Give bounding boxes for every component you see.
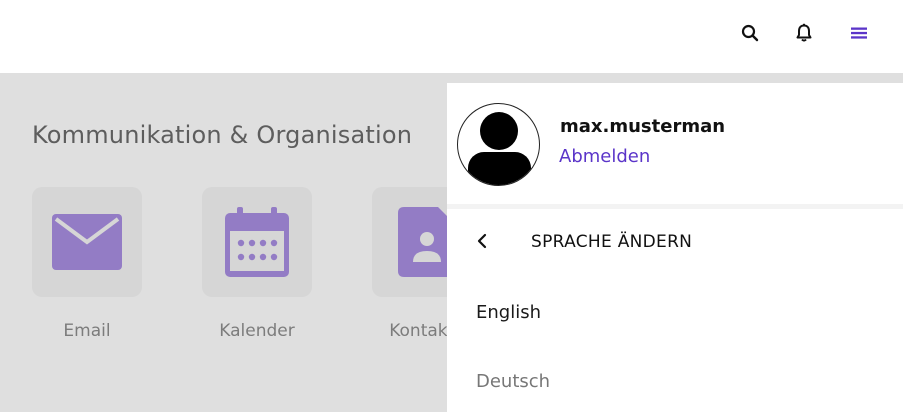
menu-icon[interactable] xyxy=(846,20,872,46)
search-icon[interactable] xyxy=(737,20,763,46)
logout-link[interactable]: Abmelden xyxy=(559,146,650,167)
username: max.musterman xyxy=(560,116,726,137)
language-option-deutsch[interactable]: Deutsch xyxy=(476,371,550,392)
user-silhouette-icon xyxy=(468,112,531,185)
profile-section: max.musterman Abmelden xyxy=(447,83,903,204)
language-menu-title: SPRACHE ÄNDERN xyxy=(531,232,693,252)
top-bar xyxy=(0,0,903,73)
language-option-english[interactable]: English xyxy=(476,302,541,323)
language-menu-header: SPRACHE ÄNDERN xyxy=(447,209,903,275)
bell-icon[interactable] xyxy=(791,20,817,46)
user-menu-panel: max.musterman Abmelden SPRACHE ÄNDERN En… xyxy=(447,83,903,412)
back-chevron-icon[interactable] xyxy=(477,231,493,251)
avatar xyxy=(457,103,540,186)
